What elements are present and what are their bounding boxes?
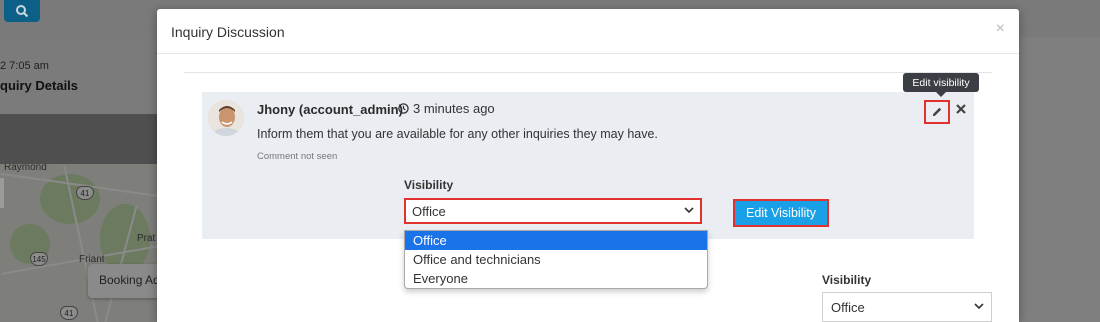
background-right-panel: [1019, 37, 1100, 322]
modal-title: Inquiry Discussion: [171, 24, 285, 40]
search-icon: [16, 5, 29, 18]
comment-time-text: 3 minutes ago: [413, 101, 495, 116]
map-label: Prat: [137, 233, 156, 244]
highway-shield: 41: [60, 306, 78, 320]
delete-comment-button[interactable]: [954, 101, 968, 117]
dropdown-option-office[interactable]: Office: [405, 231, 707, 250]
modal-close-button[interactable]: ×: [996, 21, 1005, 37]
inquiry-details-heading: quiry Details: [0, 78, 79, 93]
edit-visibility-button[interactable]: Edit Visibility: [733, 199, 829, 227]
comment-card: Jhony (account_admin) 3 minutes ago Info…: [202, 92, 974, 239]
comment-time: 3 minutes ago: [398, 101, 495, 116]
close-icon: [956, 104, 966, 114]
chevron-down-icon: [974, 303, 984, 310]
map[interactable]: Raymond Prat Friant 41 145 41: [0, 164, 160, 322]
pencil-icon: [933, 107, 942, 116]
inquiry-time: 2 7:05 am: [0, 60, 49, 72]
map-label: Raymond: [4, 164, 47, 173]
booking-address-card: Booking Ad: [88, 264, 164, 298]
dropdown-option-office-and-technicians[interactable]: Office and technicians: [405, 250, 707, 269]
visibility-select[interactable]: Office: [404, 198, 702, 224]
visibility-select-value: Office: [412, 204, 446, 219]
comment-seen-status: Comment not seen: [257, 151, 338, 162]
highway-shield: 145: [30, 252, 48, 266]
visibility-dropdown-list: Office Office and technicians Everyone: [404, 230, 708, 289]
clock-icon: [398, 103, 409, 114]
modal-header: Inquiry Discussion ×: [157, 9, 1019, 54]
new-comment-visibility-label: Visibility: [822, 273, 872, 287]
chevron-down-icon: [684, 207, 694, 214]
inquiry-discussion-modal: Inquiry Discussion × Jhony (account_admi…: [157, 9, 1019, 322]
visibility-label: Visibility: [404, 178, 454, 192]
search-button[interactable]: [4, 0, 40, 22]
edit-visibility-tooltip: Edit visibility: [903, 73, 979, 97]
dropdown-option-everyone[interactable]: Everyone: [405, 269, 707, 288]
inquiry-info-panel: 2 7:05 am quiry Details: [0, 37, 160, 115]
booking-address-label: Booking Ad: [99, 273, 160, 287]
comment-author: Jhony (account_admin): [257, 102, 403, 117]
avatar: [208, 100, 244, 136]
new-comment-visibility-value: Office: [831, 300, 865, 315]
comment-message: Inform them that you are available for a…: [257, 127, 658, 141]
highway-shield: 41: [76, 186, 94, 200]
divider: [184, 72, 992, 73]
new-comment-visibility-select[interactable]: Office: [822, 292, 992, 322]
edit-comment-button[interactable]: [924, 100, 950, 124]
